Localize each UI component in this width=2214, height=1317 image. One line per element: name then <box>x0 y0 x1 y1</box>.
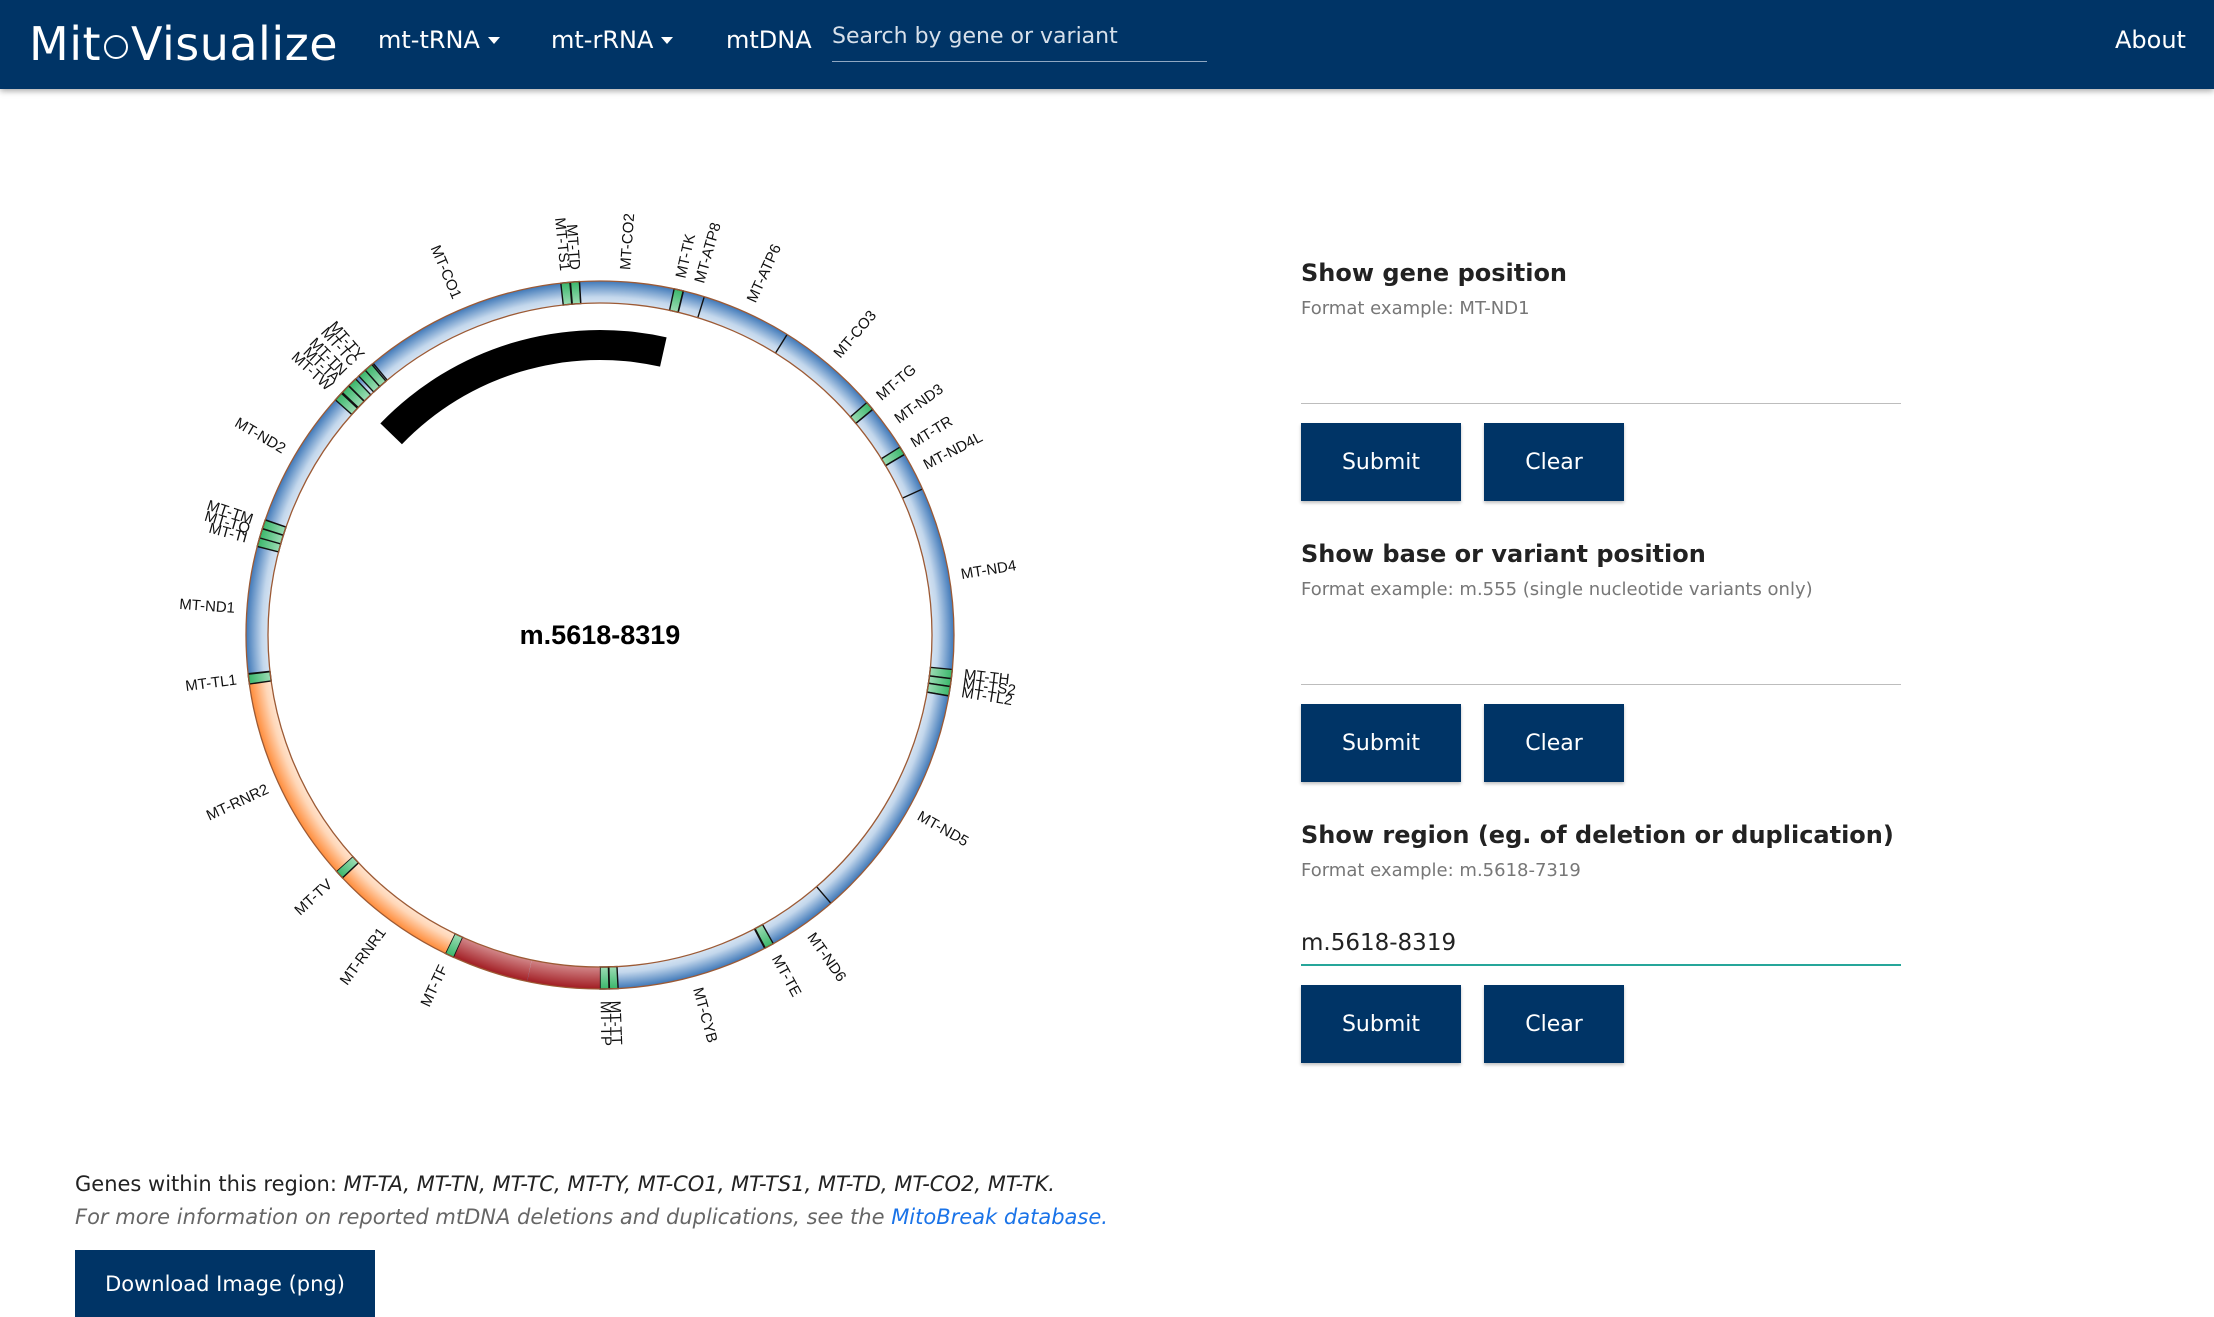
gene-label-mt-co1: MT-CO1 <box>427 243 465 302</box>
gene-label-mt-tf: MT-TF <box>417 962 451 1009</box>
variant-position-input[interactable] <box>1301 641 1901 685</box>
gene-label-mt-nd5: MT-ND5 <box>914 808 971 850</box>
gene-segment-mt-nd1[interactable] <box>246 546 279 674</box>
brand-text-left: Mit <box>29 17 102 71</box>
gene-format-hint: Format example: MT-ND1 <box>1301 298 1530 319</box>
variant-format-hint: Format example: m.555 (single nucleotide… <box>1301 579 1813 600</box>
gene-label-mt-co3: MT-CO3 <box>830 307 880 361</box>
gene-position-title: Show gene position <box>1301 259 1568 287</box>
more-info-text: For more information on reported mtDNA d… <box>75 1205 1108 1229</box>
gene-label-mt-tl1: MT-TL1 <box>184 672 237 695</box>
gene-label-mt-te: MT-TE <box>768 952 804 1000</box>
gene-label-mt-co2: MT-CO2 <box>617 213 638 271</box>
gene-segment-mt-atp6[interactable] <box>697 296 788 354</box>
gene-label-mt-atp8: MT-ATP8 <box>691 221 724 286</box>
gene-segment-mt-rnr2[interactable] <box>249 681 353 872</box>
genes-in-region-list: MT-TA, MT-TN, MT-TC, MT-TY, MT-CO1, MT-T… <box>343 1172 1055 1196</box>
gene-segment-control-region[interactable] <box>453 937 532 982</box>
mitobreak-link[interactable]: MitoBreak database. <box>891 1205 1108 1229</box>
region-format-hint: Format example: m.5618-7319 <box>1301 860 1581 881</box>
gene-segment-mt-tp[interactable] <box>599 966 610 990</box>
region-submit-button[interactable]: Submit <box>1301 985 1461 1063</box>
nav-menu-label: mtDNA <box>726 26 812 54</box>
gene-label-mt-nd4: MT-ND4 <box>960 557 1018 583</box>
gene-label-mt-rnr1: MT-RNR1 <box>337 925 390 989</box>
nav-link-about[interactable]: About <box>2115 24 2186 56</box>
mito-ring-icon <box>104 35 129 59</box>
gene-label-mt-nd1: MT-ND1 <box>179 596 236 617</box>
region-position-title: Show region (eg. of deletion or duplicat… <box>1301 821 1894 849</box>
more-info-prefix: For more information on reported mtDNA d… <box>75 1205 892 1229</box>
gene-clear-button[interactable]: Clear <box>1484 423 1624 501</box>
caret-down-icon <box>487 36 500 44</box>
gene-segment-mt-nd2[interactable] <box>265 399 352 527</box>
variant-position-title: Show base or variant position <box>1301 540 1706 568</box>
gene-segment-control-region[interactable] <box>527 959 600 989</box>
gene-label-mt-nd6: MT-ND6 <box>804 930 850 985</box>
gene-label-mt-tv: MT-TV <box>291 876 336 919</box>
gene-submit-button[interactable]: Submit <box>1301 423 1461 501</box>
region-input[interactable] <box>1301 922 1901 966</box>
gene-segment-mt-nd5[interactable] <box>816 692 949 904</box>
brand-logo[interactable]: Mit Visualize <box>29 14 338 74</box>
center-region-label: m.5618-8319 <box>520 620 681 650</box>
nav-link-mtdna[interactable]: mtDNA <box>726 24 812 56</box>
genes-in-region-text: Genes within this region: MT-TA, MT-TN, … <box>75 1172 1055 1196</box>
navbar: Mit Visualize mt-tRNA mt-rRNA mtDNA Abou… <box>0 0 2214 89</box>
variant-clear-button[interactable]: Clear <box>1484 704 1624 782</box>
gene-label-mt-tp: MT-TP <box>597 1001 615 1046</box>
nav-menu-mt-trna[interactable]: mt-tRNA <box>378 24 500 56</box>
nav-menu-label: mt-tRNA <box>378 26 480 54</box>
region-clear-button[interactable]: Clear <box>1484 985 1624 1063</box>
gene-variant-search-input[interactable] <box>832 12 1207 62</box>
nav-menu-label: mt-rRNA <box>551 26 654 54</box>
download-image-button[interactable]: Download Image (png) <box>75 1250 375 1317</box>
gene-label-mt-cyb: MT-CYB <box>689 986 720 1045</box>
brand-text-right: Visualize <box>131 17 339 71</box>
variant-submit-button[interactable]: Submit <box>1301 704 1461 782</box>
gene-label-mt-nd2: MT-ND2 <box>232 414 289 457</box>
gene-segment-mt-rnr1[interactable] <box>342 862 455 954</box>
gene-label-mt-atp6: MT-ATP6 <box>744 242 785 306</box>
gene-label-mt-td: MT-TD <box>563 224 583 271</box>
nav-about-label: About <box>2115 26 2186 54</box>
gene-position-input[interactable] <box>1301 360 1901 404</box>
gene-label-mt-rnr2: MT-RNR2 <box>204 781 272 824</box>
caret-down-icon <box>661 36 674 44</box>
nav-menu-mt-rrna[interactable]: mt-rRNA <box>551 24 674 56</box>
mtdna-circular-map: MT-TF MT-RNR1MT-TV MT-RNR2 MT-TL1 MT-ND1 MT-T… <box>179 213 1018 1046</box>
genes-in-region-prefix: Genes within this region: <box>75 1172 344 1196</box>
gene-segment-mt-tt[interactable] <box>608 965 619 990</box>
